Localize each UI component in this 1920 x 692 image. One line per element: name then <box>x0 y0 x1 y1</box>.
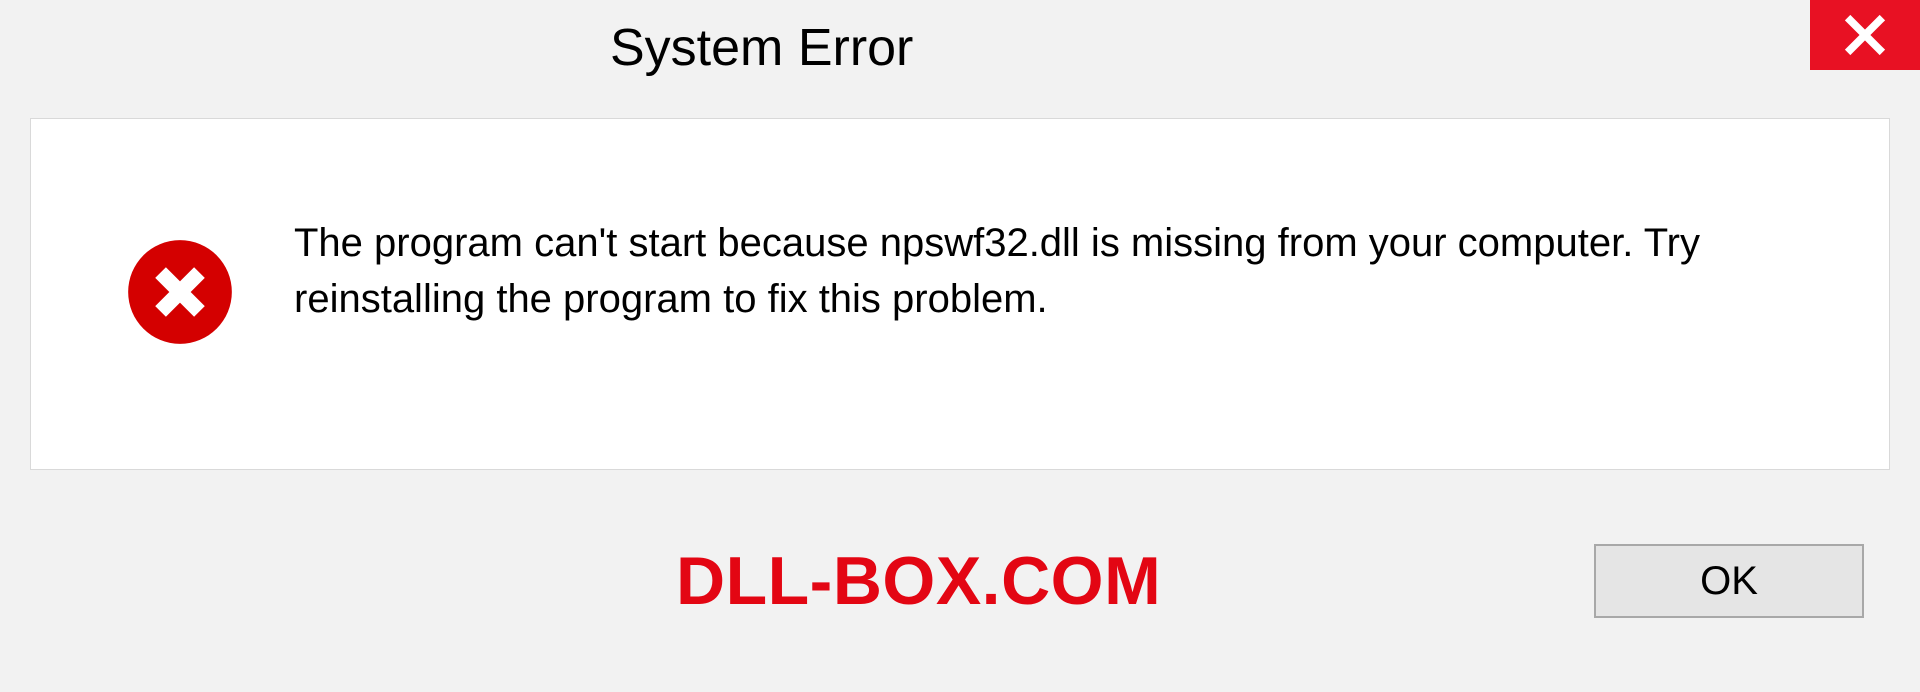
watermark-text: DLL-BOX.COM <box>676 542 1161 620</box>
error-icon <box>126 238 234 346</box>
footer: DLL-BOX.COM OK <box>0 470 1920 690</box>
content-pane: The program can't start because npswf32.… <box>30 118 1890 470</box>
close-button[interactable] <box>1810 0 1920 70</box>
close-icon <box>1843 13 1887 57</box>
dialog-title: System Error <box>610 18 913 78</box>
error-message: The program can't start because npswf32.… <box>294 215 1889 327</box>
ok-button[interactable]: OK <box>1594 544 1864 618</box>
titlebar: System Error <box>0 0 1920 100</box>
